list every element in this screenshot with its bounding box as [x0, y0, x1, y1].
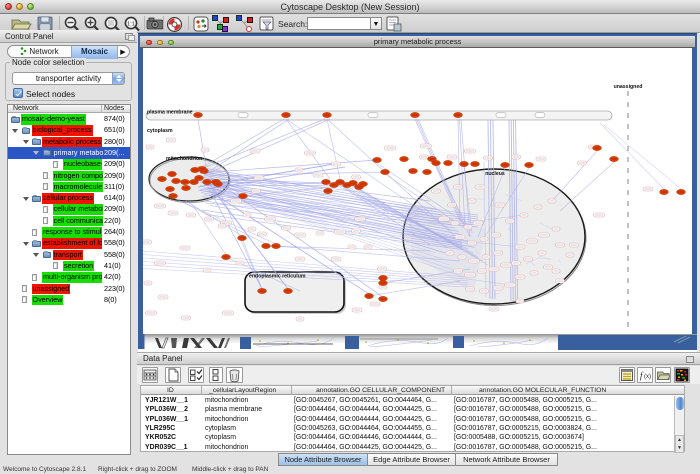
- svg-text:plasma membrane: plasma membrane: [147, 110, 193, 116]
- svg-text:unassigned: unassigned: [614, 84, 643, 90]
- svg-text:nucleus: nucleus: [485, 171, 505, 177]
- svg-text:cytoplasm: cytoplasm: [147, 128, 173, 134]
- svg-text:mitochondrion: mitochondrion: [166, 156, 202, 162]
- svg-text:(x): (x): [644, 374, 651, 380]
- svg-text:1:1: 1:1: [127, 21, 135, 27]
- svg-text:endoplasmic reticulum: endoplasmic reticulum: [249, 274, 306, 280]
